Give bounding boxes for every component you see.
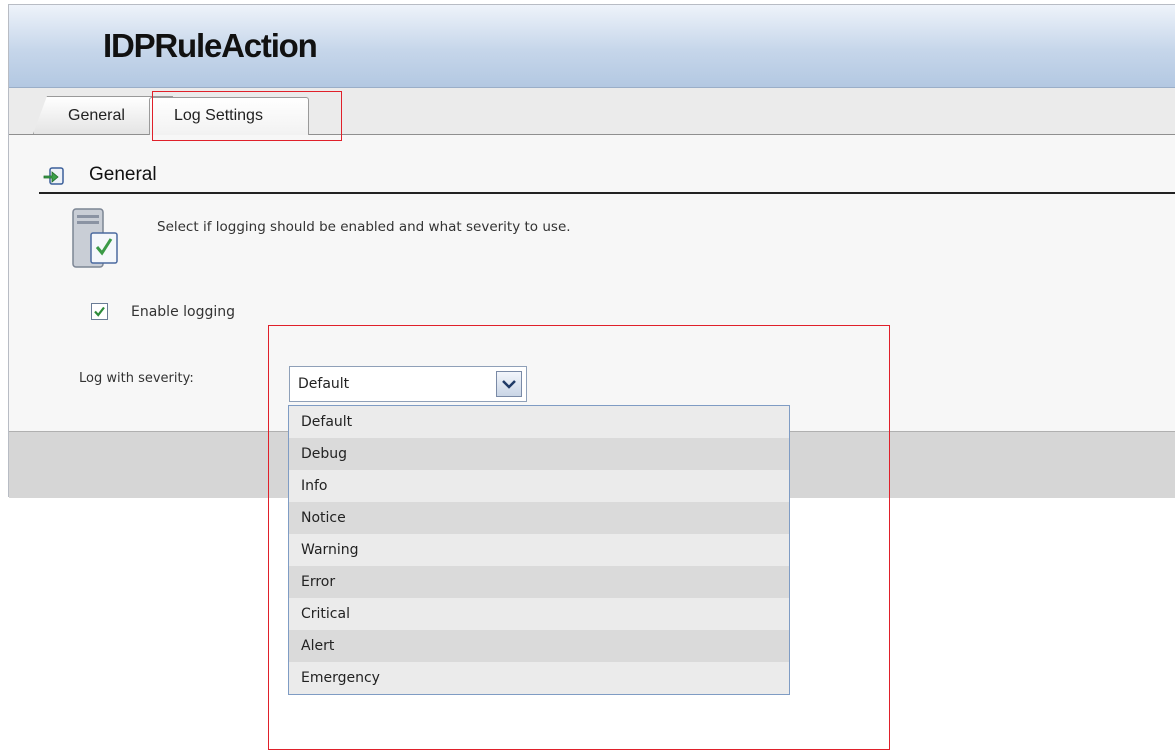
severity-label: Log with severity: [79,371,194,386]
enable-logging-label[interactable]: Enable logging [131,304,235,320]
highlight-box-tab [152,91,342,141]
description-text: Select if logging should be enabled and … [157,219,571,235]
section-divider [39,192,1175,194]
dialog-header: IDPRuleAction [9,5,1175,88]
tab-general-label: General [68,107,125,124]
checkmark-icon [94,306,105,317]
highlight-box-dropdown [268,325,890,750]
page-title: IDPRuleAction [103,27,318,64]
server-document-icon [72,208,118,268]
arrow-box-icon [43,167,64,185]
enable-logging-checkbox[interactable] [91,303,108,320]
section-title: General [89,164,157,185]
